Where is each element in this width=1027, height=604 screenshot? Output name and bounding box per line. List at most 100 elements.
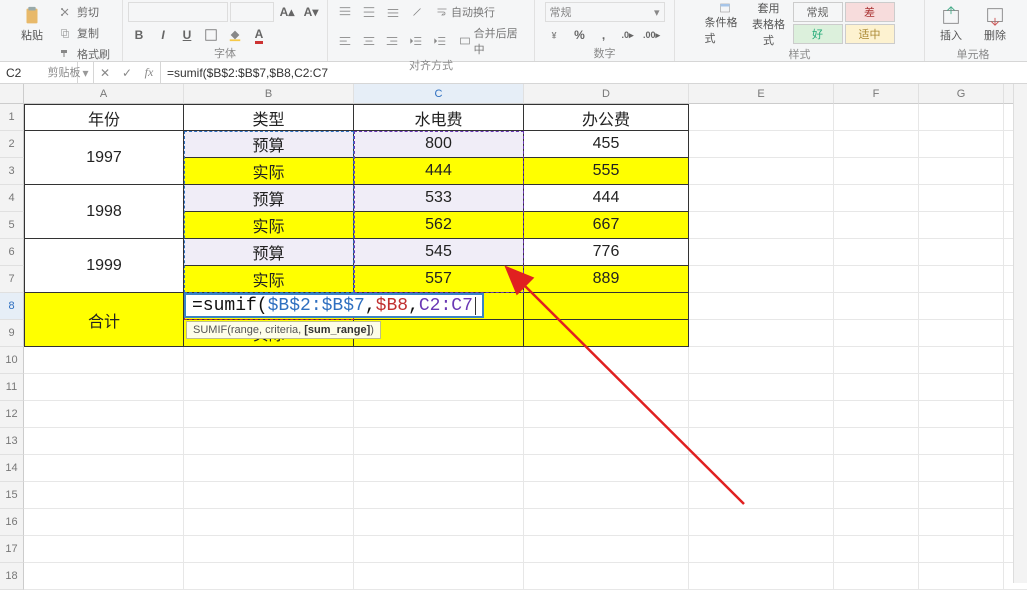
cell-B13[interactable]	[184, 428, 354, 455]
cell-E7[interactable]	[689, 266, 834, 293]
cell-G8[interactable]	[919, 293, 1004, 320]
cell-D6[interactable]: 776	[524, 239, 689, 266]
cell-A6[interactable]: 1999	[24, 239, 184, 293]
cell-B18[interactable]	[184, 563, 354, 590]
cell-C2[interactable]: 800	[354, 131, 524, 158]
align-left-button[interactable]	[334, 31, 356, 51]
cell-G2[interactable]	[919, 131, 1004, 158]
cell-E2[interactable]	[689, 131, 834, 158]
cell-C18[interactable]	[354, 563, 524, 590]
cell-A10[interactable]	[24, 347, 184, 374]
cell-E17[interactable]	[689, 536, 834, 563]
cell-B15[interactable]	[184, 482, 354, 509]
cell-A2[interactable]: 1997	[24, 131, 184, 185]
cell-B10[interactable]	[184, 347, 354, 374]
row-header-17[interactable]: 17	[0, 536, 24, 563]
cell-E4[interactable]	[689, 185, 834, 212]
cell-B17[interactable]	[184, 536, 354, 563]
cell-D14[interactable]	[524, 455, 689, 482]
cell-E14[interactable]	[689, 455, 834, 482]
row-header-5[interactable]: 5	[0, 212, 24, 239]
cell-C6[interactable]: 545	[354, 239, 524, 266]
cell-E18[interactable]	[689, 563, 834, 590]
cell-F1[interactable]	[834, 104, 919, 131]
fill-color-button[interactable]	[224, 25, 246, 45]
cell-A16[interactable]	[24, 509, 184, 536]
style-normal[interactable]: 常规	[793, 2, 843, 22]
row-header-14[interactable]: 14	[0, 455, 24, 482]
decrease-indent-button[interactable]	[405, 31, 427, 51]
cut-button[interactable]: 剪切	[56, 2, 116, 22]
cell-B4[interactable]: 预算	[184, 185, 354, 212]
row-header-9[interactable]: 9	[0, 320, 24, 347]
cell-G10[interactable]	[919, 347, 1004, 374]
cell-D15[interactable]	[524, 482, 689, 509]
column-header-C[interactable]: C	[354, 84, 524, 104]
column-header-G[interactable]: G	[919, 84, 1004, 104]
number-format-select[interactable]: 常规▾	[545, 2, 665, 22]
cell-G17[interactable]	[919, 536, 1004, 563]
cell-F17[interactable]	[834, 536, 919, 563]
cell-F11[interactable]	[834, 374, 919, 401]
cell-A4[interactable]: 1998	[24, 185, 184, 239]
cell-B7[interactable]: 实际	[184, 266, 354, 293]
copy-button[interactable]: 复制	[56, 23, 116, 43]
increase-decimal-button[interactable]: .0▸	[617, 25, 639, 45]
cell-G12[interactable]	[919, 401, 1004, 428]
row-header-11[interactable]: 11	[0, 374, 24, 401]
cell-E1[interactable]	[689, 104, 834, 131]
cell-G9[interactable]	[919, 320, 1004, 347]
cell-F14[interactable]	[834, 455, 919, 482]
cell-E8[interactable]	[689, 293, 834, 320]
cell-E11[interactable]	[689, 374, 834, 401]
cell-D13[interactable]	[524, 428, 689, 455]
vertical-scrollbar[interactable]	[1013, 84, 1027, 583]
cell-E10[interactable]	[689, 347, 834, 374]
cell-E5[interactable]	[689, 212, 834, 239]
cell-D3[interactable]: 555	[524, 158, 689, 185]
column-header-E[interactable]: E	[689, 84, 834, 104]
decrease-decimal-button[interactable]: .00▸	[641, 25, 663, 45]
cell-G1[interactable]	[919, 104, 1004, 131]
align-right-button[interactable]	[382, 31, 404, 51]
cell-G18[interactable]	[919, 563, 1004, 590]
comma-button[interactable]: ,	[593, 25, 615, 45]
delete-cells-button[interactable]: 删除	[975, 2, 1015, 46]
cell-B12[interactable]	[184, 401, 354, 428]
font-color-button[interactable]: A	[248, 25, 270, 45]
cell-F13[interactable]	[834, 428, 919, 455]
cell-C15[interactable]	[354, 482, 524, 509]
cell-B2[interactable]: 预算	[184, 131, 354, 158]
increase-indent-button[interactable]	[429, 31, 451, 51]
cell-E15[interactable]	[689, 482, 834, 509]
cell-A15[interactable]	[24, 482, 184, 509]
spreadsheet-grid[interactable]: ABCDEFGH 123456789101112131415161718 年份类…	[0, 84, 1027, 583]
cell-G3[interactable]	[919, 158, 1004, 185]
cell-C7[interactable]: 557	[354, 266, 524, 293]
underline-button[interactable]: U	[176, 25, 198, 45]
cell-G4[interactable]	[919, 185, 1004, 212]
cell-F5[interactable]	[834, 212, 919, 239]
cell-B5[interactable]: 实际	[184, 212, 354, 239]
cell-F15[interactable]	[834, 482, 919, 509]
insert-function-button[interactable]: fx	[138, 65, 160, 80]
font-size-select[interactable]	[230, 2, 274, 22]
row-header-8[interactable]: 8	[0, 293, 24, 320]
cell-C11[interactable]	[354, 374, 524, 401]
cell-E9[interactable]	[689, 320, 834, 347]
cell-C4[interactable]: 533	[354, 185, 524, 212]
conditional-format-button[interactable]: 条件格式	[705, 2, 745, 46]
row-header-13[interactable]: 13	[0, 428, 24, 455]
cell-B11[interactable]	[184, 374, 354, 401]
column-header-F[interactable]: F	[834, 84, 919, 104]
cell-F18[interactable]	[834, 563, 919, 590]
increase-font-button[interactable]: A▴	[276, 2, 298, 22]
cell-F9[interactable]	[834, 320, 919, 347]
cell-G6[interactable]	[919, 239, 1004, 266]
cell-D4[interactable]: 444	[524, 185, 689, 212]
cell-A11[interactable]	[24, 374, 184, 401]
cell-styles-gallery[interactable]: 常规 差 好 适中	[793, 2, 895, 44]
cell-D17[interactable]	[524, 536, 689, 563]
cell-B14[interactable]	[184, 455, 354, 482]
row-header-18[interactable]: 18	[0, 563, 24, 590]
